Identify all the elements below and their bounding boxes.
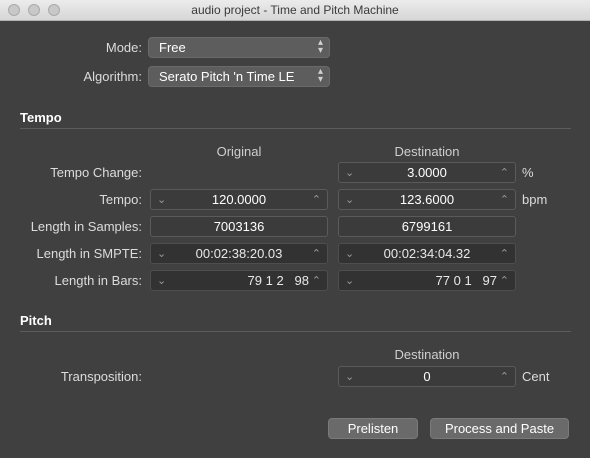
transposition-value: 0 bbox=[423, 369, 431, 384]
tempo-section-title: Tempo bbox=[20, 110, 62, 125]
tempo-change-destination-field[interactable]: ⌄ 3.0000 ⌃ bbox=[338, 162, 516, 183]
transposition-unit: Cent bbox=[522, 369, 550, 384]
mode-popup[interactable]: Free ▴ ▾ bbox=[148, 37, 330, 58]
length-samples-destination-value: 6799161 bbox=[401, 219, 453, 234]
length-bars-original-field[interactable]: ⌄ 79 1 2 98 ⌃ bbox=[150, 270, 328, 291]
chevron-down-icon[interactable]: ⌄ bbox=[345, 166, 354, 179]
chevron-up-icon[interactable]: ⌃ bbox=[500, 274, 509, 287]
pitch-section-title: Pitch bbox=[20, 313, 52, 328]
chevron-down-icon[interactable]: ⌄ bbox=[157, 274, 166, 287]
length-samples-original-field[interactable]: 7003136 bbox=[150, 216, 328, 237]
tempo-unit: bpm bbox=[522, 192, 548, 207]
algorithm-label: Algorithm: bbox=[83, 69, 142, 84]
chevron-down-icon[interactable]: ⌄ bbox=[345, 193, 354, 206]
tempo-change-destination-value: 3.0000 bbox=[407, 165, 447, 180]
length-smpte-original-value: 00:02:38:20.03 bbox=[195, 246, 283, 261]
length-smpte-destination-field[interactable]: ⌄ 00:02:34:04.32 ⌃ bbox=[338, 243, 516, 264]
mode-label: Mode: bbox=[105, 40, 142, 55]
tempo-original-field[interactable]: ⌄ 120.0000 ⌃ bbox=[150, 189, 328, 210]
chevron-down-icon[interactable]: ⌄ bbox=[157, 193, 166, 206]
transposition-label: Transposition: bbox=[60, 369, 142, 384]
original-column-header: Original bbox=[216, 144, 262, 159]
tempo-change-label: Tempo Change: bbox=[50, 165, 142, 180]
chevron-up-icon[interactable]: ⌃ bbox=[500, 193, 509, 206]
updown-chevron-icon: ▴ ▾ bbox=[317, 37, 323, 56]
updown-chevron-icon: ▴ ▾ bbox=[317, 66, 323, 85]
length-samples-original-value: 7003136 bbox=[213, 219, 265, 234]
title-bar: audio project - Time and Pitch Machine bbox=[0, 0, 590, 21]
chevron-up-icon[interactable]: ⌃ bbox=[312, 193, 321, 206]
tempo-label: Tempo: bbox=[99, 192, 142, 207]
length-smpte-original-field[interactable]: ⌄ 00:02:38:20.03 ⌃ bbox=[150, 243, 328, 264]
chevron-up-icon[interactable]: ⌃ bbox=[312, 274, 321, 287]
chevron-up-icon[interactable]: ⌃ bbox=[500, 166, 509, 179]
length-samples-label: Length in Samples: bbox=[30, 219, 142, 234]
tempo-divider bbox=[20, 128, 571, 129]
tempo-change-unit: % bbox=[522, 165, 534, 180]
chevron-down-icon[interactable]: ⌄ bbox=[345, 247, 354, 260]
mode-value: Free bbox=[159, 40, 186, 55]
pitch-divider bbox=[20, 331, 571, 332]
length-bars-original-value: 79 1 2 98 bbox=[247, 273, 309, 288]
algorithm-popup[interactable]: Serato Pitch 'n Time LE ▴ ▾ bbox=[148, 66, 330, 87]
chevron-up-icon[interactable]: ⌃ bbox=[312, 247, 321, 260]
tempo-original-value: 120.0000 bbox=[211, 192, 267, 207]
length-smpte-label: Length in SMPTE: bbox=[36, 246, 143, 261]
prelisten-button[interactable]: Prelisten bbox=[328, 418, 418, 439]
length-smpte-destination-value: 00:02:34:04.32 bbox=[383, 246, 471, 261]
algorithm-value: Serato Pitch 'n Time LE bbox=[159, 69, 295, 84]
transposition-field[interactable]: ⌄ 0 ⌃ bbox=[338, 366, 516, 387]
window-title: audio project - Time and Pitch Machine bbox=[191, 3, 399, 17]
chevron-up-icon[interactable]: ⌃ bbox=[500, 247, 509, 260]
chevron-down-icon[interactable]: ⌄ bbox=[345, 370, 354, 383]
tempo-destination-field[interactable]: ⌄ 123.6000 ⌃ bbox=[338, 189, 516, 210]
pitch-destination-column-header: Destination bbox=[394, 347, 460, 362]
destination-column-header: Destination bbox=[394, 144, 460, 159]
tempo-destination-value: 123.6000 bbox=[399, 192, 455, 207]
chevron-up-icon[interactable]: ⌃ bbox=[500, 370, 509, 383]
length-bars-destination-field[interactable]: ⌄ 77 0 1 97 ⌃ bbox=[338, 270, 516, 291]
chevron-down-icon[interactable]: ⌄ bbox=[157, 247, 166, 260]
length-samples-destination-field[interactable]: 6799161 bbox=[338, 216, 516, 237]
chevron-down-icon[interactable]: ⌄ bbox=[345, 274, 354, 287]
length-bars-label: Length in Bars: bbox=[54, 273, 142, 288]
process-and-paste-button[interactable]: Process and Paste bbox=[430, 418, 569, 439]
time-pitch-window: audio project - Time and Pitch Machine M… bbox=[0, 0, 590, 458]
length-bars-destination-value: 77 0 1 97 bbox=[435, 273, 497, 288]
